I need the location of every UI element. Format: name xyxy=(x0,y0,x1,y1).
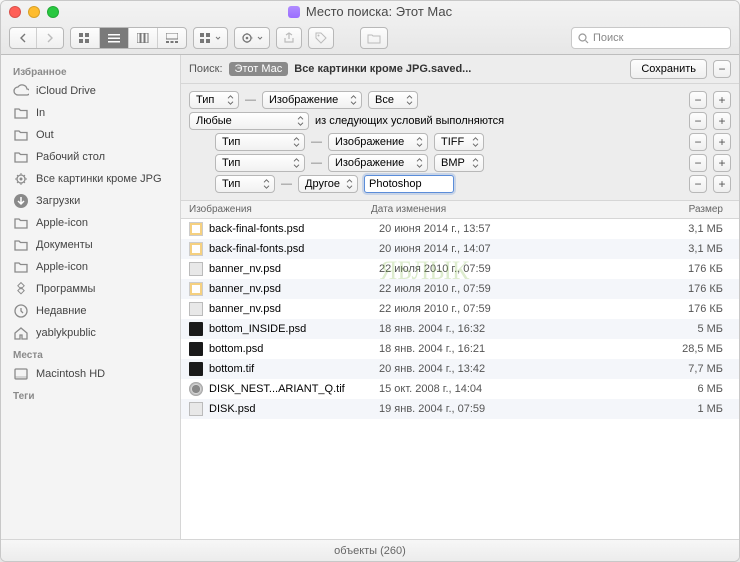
table-row[interactable]: back-final-fonts.psd20 июня 2014 г., 14:… xyxy=(181,239,739,259)
scope-saved[interactable]: Все картинки кроме JPG.saved... xyxy=(294,63,471,75)
sidebar-item[interactable]: Недавние xyxy=(1,300,180,322)
list-view-button[interactable] xyxy=(100,28,129,48)
back-button[interactable] xyxy=(10,28,37,48)
criteria-kind-select[interactable]: Изображение xyxy=(328,154,428,172)
criteria-value-select[interactable]: Все xyxy=(368,91,418,109)
collapse-criteria-button[interactable]: − xyxy=(713,60,731,78)
criteria-text-input[interactable] xyxy=(364,175,454,193)
finder-window: Место поиска: Этот Мас xyxy=(0,0,740,562)
search-criteria: Тип — Изображение Все − + Любые из следу… xyxy=(181,84,739,201)
share-button[interactable] xyxy=(276,27,302,49)
tags-button[interactable] xyxy=(308,27,334,49)
folder-proxy-icon[interactable] xyxy=(288,6,300,18)
new-folder-button[interactable] xyxy=(360,27,388,49)
sidebar-item[interactable]: Out xyxy=(1,124,180,146)
sidebar-item[interactable]: In xyxy=(1,102,180,124)
save-button[interactable]: Сохранить xyxy=(630,59,707,79)
traffic-lights xyxy=(9,6,59,18)
file-list: back-final-fonts.psd20 июня 2014 г., 13:… xyxy=(181,219,739,539)
zoom-button[interactable] xyxy=(47,6,59,18)
criteria-value-select[interactable]: TIFF xyxy=(434,133,484,151)
criteria-value-select[interactable]: BMP xyxy=(434,154,484,172)
sidebar-item[interactable]: Apple-icon xyxy=(1,212,180,234)
sidebar-item[interactable]: Все картинки кроме JPG xyxy=(1,168,180,190)
status-text: объекты (260) xyxy=(334,545,406,557)
sidebar-item[interactable]: Apple-icon xyxy=(1,256,180,278)
sidebar-header-places: Места xyxy=(1,344,180,363)
criteria-kind-select[interactable]: Изображение xyxy=(262,91,362,109)
criteria-row-3: Тип — Изображение TIFF − + xyxy=(189,133,731,151)
action-button[interactable] xyxy=(234,27,270,49)
table-row[interactable]: DISK.psd19 янв. 2004 г., 07:591 МБ xyxy=(181,399,739,419)
sidebar: Избранное iCloud DriveInOutРабочий столВ… xyxy=(1,55,181,539)
criteria-kind-select[interactable]: Изображение xyxy=(328,133,428,151)
table-row[interactable]: bottom.psd18 янв. 2004 г., 16:2128,5 МБ xyxy=(181,339,739,359)
table-row[interactable]: DISK_NEST...ARIANT_Q.tif15 окт. 2008 г.,… xyxy=(181,379,739,399)
sidebar-place[interactable]: Macintosh HD xyxy=(1,363,180,385)
add-criteria-button[interactable]: + xyxy=(713,133,731,151)
column-view-button[interactable] xyxy=(129,28,158,48)
table-row[interactable]: bottom.tif20 янв. 2004 г., 13:427,7 МБ xyxy=(181,359,739,379)
close-button[interactable] xyxy=(9,6,21,18)
remove-criteria-button[interactable]: − xyxy=(689,154,707,172)
add-criteria-button[interactable]: + xyxy=(713,175,731,193)
toolbar: Поиск xyxy=(1,23,739,54)
remove-criteria-button[interactable]: − xyxy=(689,133,707,151)
criteria-row-1: Тип — Изображение Все − + xyxy=(189,91,731,109)
remove-criteria-button[interactable]: − xyxy=(689,175,707,193)
gallery-view-button[interactable] xyxy=(158,28,186,48)
sidebar-header-favorites: Избранное xyxy=(1,61,180,80)
add-criteria-button[interactable]: + xyxy=(713,154,731,172)
table-row[interactable]: back-final-fonts.psd20 июня 2014 г., 13:… xyxy=(181,219,739,239)
criteria-type-select[interactable]: Тип xyxy=(189,91,239,109)
column-headers: Изображения Дата изменения Размер xyxy=(181,201,739,219)
table-row[interactable]: banner_nv.psd22 июля 2010 г., 07:59176 К… xyxy=(181,279,739,299)
sidebar-item[interactable]: iCloud Drive xyxy=(1,80,180,102)
add-criteria-button[interactable]: + xyxy=(713,91,731,109)
criteria-other-select[interactable]: Другое xyxy=(298,175,358,193)
forward-button[interactable] xyxy=(37,28,63,48)
sidebar-item[interactable]: Документы xyxy=(1,234,180,256)
criteria-type-select[interactable]: Тип xyxy=(215,175,275,193)
table-row[interactable]: bottom_INSIDE.psd18 янв. 2004 г., 16:325… xyxy=(181,319,739,339)
criteria-row-4: Тип — Изображение BMP − + xyxy=(189,154,731,172)
remove-criteria-button[interactable]: − xyxy=(689,112,707,130)
col-size[interactable]: Размер xyxy=(541,204,739,215)
main-area: Поиск: Этот Мас Все картинки кроме JPG.s… xyxy=(181,55,739,539)
col-name[interactable]: Изображения xyxy=(181,204,371,215)
col-date[interactable]: Дата изменения xyxy=(371,204,541,215)
criteria-any-select[interactable]: Любые xyxy=(189,112,309,130)
search-scope-bar: Поиск: Этот Мас Все картинки кроме JPG.s… xyxy=(181,55,739,84)
sidebar-header-tags: Теги xyxy=(1,385,180,404)
remove-criteria-button[interactable]: − xyxy=(689,91,707,109)
criteria-row-any: Любые из следующих условий выполняются −… xyxy=(189,112,731,130)
icon-view-button[interactable] xyxy=(71,28,100,48)
criteria-type-select[interactable]: Тип xyxy=(215,133,305,151)
add-criteria-button[interactable]: + xyxy=(713,112,731,130)
minimize-button[interactable] xyxy=(28,6,40,18)
table-row[interactable]: banner_nv.psd22 июля 2010 г., 07:59176 К… xyxy=(181,259,739,279)
search-field[interactable]: Поиск xyxy=(571,27,731,49)
search-label: Поиск: xyxy=(189,63,223,75)
criteria-type-select[interactable]: Тип xyxy=(215,154,305,172)
arrange-button[interactable] xyxy=(193,27,228,49)
sidebar-item[interactable]: Рабочий стол xyxy=(1,146,180,168)
criteria-any-text: из следующих условий выполняются xyxy=(315,115,504,127)
criteria-row-5: Тип — Другое − + xyxy=(189,175,731,193)
view-switcher xyxy=(70,27,187,49)
nav-buttons xyxy=(9,27,64,49)
window-title: Место поиска: Этот Мас xyxy=(306,4,452,19)
search-icon xyxy=(578,33,589,44)
scope-thismac[interactable]: Этот Мас xyxy=(229,62,289,76)
titlebar: Место поиска: Этот Мас xyxy=(1,1,739,55)
sidebar-item[interactable]: Программы xyxy=(1,278,180,300)
search-placeholder: Поиск xyxy=(593,32,623,44)
status-bar: объекты (260) xyxy=(1,539,739,561)
sidebar-item[interactable]: Загрузки xyxy=(1,190,180,212)
sidebar-item[interactable]: yablykpublic xyxy=(1,322,180,344)
table-row[interactable]: banner_nv.psd22 июля 2010 г., 07:59176 К… xyxy=(181,299,739,319)
